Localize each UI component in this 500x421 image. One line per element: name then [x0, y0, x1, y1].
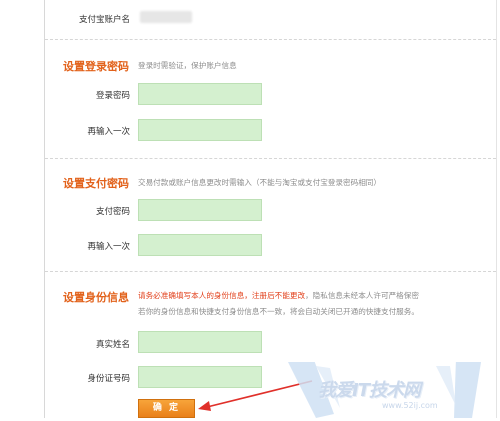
site-watermark: 我爱IT技术网 www.52ij.com [286, 356, 496, 418]
account-name-value-blurred [140, 11, 192, 23]
watermark-url: www.52ij.com [382, 401, 438, 410]
login-password-input[interactable] [138, 83, 262, 105]
real-name-input[interactable] [138, 331, 262, 353]
pay-password-hint: 交易付款或账户信息更改时需输入（不能与淘宝或支付宝登录密码相同） [138, 178, 381, 187]
identity-hint-privacy: ，隐私信息未经本人许可严格保密 [305, 291, 419, 300]
pay-password-label: 支付密码 [95, 207, 130, 217]
watermark-title: 我爱IT技术网 [318, 380, 421, 401]
account-name-label: 支付宝账户名 [78, 15, 130, 25]
login-password-hint: 登录时需验证，保护账户信息 [138, 61, 237, 70]
login-password-confirm-input[interactable] [138, 119, 262, 141]
section-divider [45, 271, 496, 272]
confirm-button[interactable]: 确 定 [138, 399, 195, 418]
pay-password-input[interactable] [138, 199, 262, 221]
section-divider [45, 39, 496, 40]
id-number-label: 身份证号码 [87, 374, 130, 384]
login-password-label: 登录密码 [95, 91, 130, 101]
identity-title: 设置身份信息 [63, 291, 129, 304]
annotation-arrow-head [198, 401, 211, 411]
section-divider [45, 158, 496, 159]
identity-hint-no-change: 注册后不能更改 [251, 291, 306, 300]
identity-hint-warning: 请务必准确填写本人的身份信息， [138, 291, 252, 300]
left-divider [44, 0, 45, 418]
login-password-title: 设置登录密码 [63, 60, 129, 73]
right-divider [496, 0, 497, 418]
identity-hint-quickpay: 若你的身份信息和快捷支付身份信息不一致，将会自动关闭已开通的快捷支付服务。 [138, 307, 419, 316]
watermark-ray-icon [286, 356, 482, 418]
identity-hint: 请务必准确填写本人的身份信息，注册后不能更改，隐私信息未经本人许可严格保密若你的… [138, 288, 488, 320]
id-number-input[interactable] [138, 366, 262, 388]
pay-password-title: 设置支付密码 [63, 177, 129, 190]
pay-password-confirm-input[interactable] [138, 234, 262, 256]
pay-password-confirm-label: 再输入一次 [87, 242, 130, 252]
real-name-label: 真实姓名 [95, 340, 130, 350]
login-password-confirm-label: 再输入一次 [87, 127, 130, 137]
